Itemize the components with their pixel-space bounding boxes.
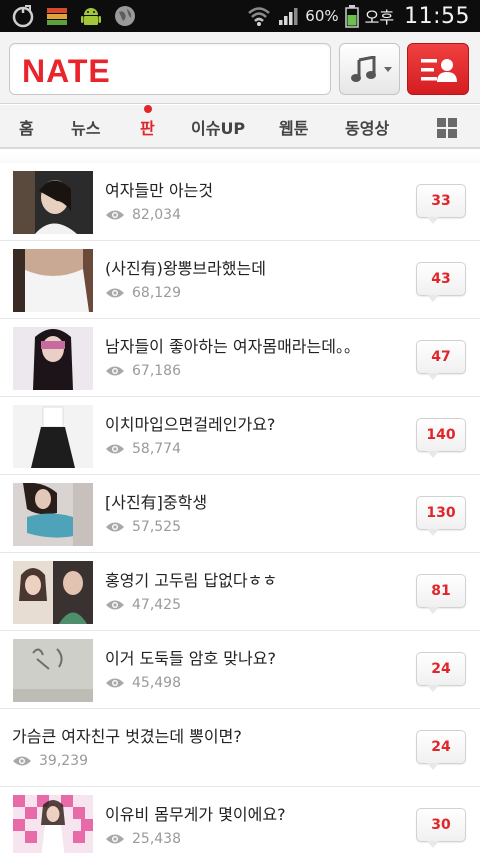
list-item[interactable]: 남자들이 좋아하는 여자몸매라는데。。 67,186 47: [0, 319, 480, 397]
active-tab-indicator: [144, 105, 152, 113]
comment-count-badge[interactable]: 140: [416, 418, 466, 458]
post-thumbnail: [13, 405, 93, 468]
post-thumbnail: [13, 795, 93, 853]
system-status: 60% 오후 11:55: [247, 0, 470, 32]
view-count: 68,129: [105, 285, 181, 301]
view-count: 39,239: [12, 753, 88, 769]
nate-logo: NATE: [22, 53, 111, 89]
post-thumbnail: [13, 561, 93, 624]
post-title: 남자들이 좋아하는 여자몸매라는데。。: [105, 337, 360, 356]
tab-video[interactable]: 동영상: [345, 115, 389, 139]
grid-icon[interactable]: [437, 118, 457, 138]
list-item[interactable]: 이치마입으면걸레인가요? 58,774 140: [0, 397, 480, 475]
list-item[interactable]: [사진有]중학생 57,525 130: [0, 475, 480, 553]
notification-icons: [10, 3, 138, 29]
post-title: 이유비 몸무게가 몇이에요?: [105, 805, 286, 824]
comment-count-badge[interactable]: 47: [416, 340, 466, 380]
nav-tabs: 홈 뉴스 판 이슈UP 웹툰 동영상: [0, 105, 480, 149]
user-menu-button[interactable]: [407, 43, 469, 95]
view-count-value: 57,525: [132, 519, 181, 535]
list-item[interactable]: 이유비 몸무게가 몇이에요? 25,438 30: [0, 787, 480, 853]
post-title: 여자들만 아는것: [105, 181, 214, 200]
signal-icon: [279, 8, 298, 25]
comment-count-badge[interactable]: 130: [416, 496, 466, 536]
music-icon: [351, 56, 376, 82]
clock-time: 11:55: [404, 3, 470, 29]
list-item[interactable]: 이거 도둑들 암호 맞나요? 45,498 24: [0, 631, 480, 709]
battery-percent: 60%: [305, 7, 339, 25]
app-stack-icon: [47, 8, 67, 25]
view-count: 47,425: [105, 597, 181, 613]
list-item[interactable]: 여자들만 아는것 82,034 33: [0, 163, 480, 241]
battery-icon: [344, 5, 359, 28]
view-count-value: 47,425: [132, 597, 181, 613]
search-input[interactable]: NATE: [9, 43, 331, 95]
view-count-value: 67,186: [132, 363, 181, 379]
view-count: 58,774: [105, 441, 181, 457]
globe-icon: [115, 6, 135, 26]
view-count: 57,525: [105, 519, 181, 535]
clock-ampm: 오후: [364, 8, 395, 27]
wifi-icon: [248, 7, 271, 26]
post-title: 가슴큰 여자친구 벗겼는데 뽕이면?: [12, 727, 242, 746]
view-count-value: 68,129: [132, 285, 181, 301]
post-list: 여자들만 아는것 82,034 33 (사진有)왕뽕브라했는데 68,129 4…: [0, 163, 480, 853]
comment-count-badge[interactable]: 30: [416, 808, 466, 848]
view-count-value: 82,034: [132, 207, 181, 223]
eye-icon: [106, 600, 124, 610]
comment-count-badge[interactable]: 33: [416, 184, 466, 224]
comment-count-badge[interactable]: 81: [416, 574, 466, 614]
comment-count-badge[interactable]: 24: [416, 730, 466, 770]
chevron-down-icon: [384, 67, 392, 72]
eye-icon: [106, 834, 124, 844]
comment-count-badge[interactable]: 24: [416, 652, 466, 692]
post-thumbnail: [13, 327, 93, 390]
tab-webtoon[interactable]: 웹툰: [279, 115, 308, 139]
eye-icon: [106, 288, 124, 298]
eye-icon: [106, 366, 124, 376]
view-count-value: 39,239: [39, 753, 88, 769]
eye-icon: [106, 444, 124, 454]
view-count-value: 45,498: [132, 675, 181, 691]
post-thumbnail: [13, 171, 93, 234]
eye-icon: [106, 210, 124, 220]
post-thumbnail: [13, 483, 93, 546]
view-count-value: 25,438: [132, 831, 181, 847]
eye-icon: [106, 522, 124, 532]
post-title: [사진有]중학생: [105, 493, 208, 512]
eye-icon: [106, 678, 124, 688]
tab-home[interactable]: 홈: [19, 115, 34, 139]
view-count-value: 58,774: [132, 441, 181, 457]
divider: [0, 151, 480, 163]
post-title: 이거 도둑들 암호 맞나요?: [105, 649, 276, 668]
android-icon: [81, 8, 101, 25]
app-header: NATE: [0, 32, 480, 104]
tab-news[interactable]: 뉴스: [71, 115, 100, 139]
post-thumbnail: [13, 639, 93, 702]
post-title: 이치마입으면걸레인가요?: [105, 415, 276, 434]
list-item[interactable]: 홍영기 고두림 답없다ㅎㅎ 47,425 81: [0, 553, 480, 631]
view-count: 25,438: [105, 831, 181, 847]
eye-icon: [13, 756, 31, 766]
tab-issue-up[interactable]: 이슈UP: [191, 115, 245, 139]
user-menu-icon: [421, 59, 457, 82]
post-title: (사진有)왕뽕브라했는데: [105, 259, 266, 278]
view-count: 45,498: [105, 675, 181, 691]
status-bar: 60% 오후 11:55: [0, 0, 480, 32]
view-count: 82,034: [105, 207, 181, 223]
music-search-button[interactable]: [339, 43, 400, 95]
list-item[interactable]: 가슴큰 여자친구 벗겼는데 뽕이면? 39,239 24: [0, 709, 480, 787]
post-thumbnail: [13, 249, 93, 312]
tab-pann[interactable]: 판: [140, 115, 155, 139]
post-title: 홍영기 고두림 답없다ㅎㅎ: [105, 571, 278, 590]
view-count: 67,186: [105, 363, 181, 379]
list-item[interactable]: (사진有)왕뽕브라했는데 68,129 43: [0, 241, 480, 319]
shazam-icon: [12, 5, 34, 28]
comment-count-badge[interactable]: 43: [416, 262, 466, 302]
